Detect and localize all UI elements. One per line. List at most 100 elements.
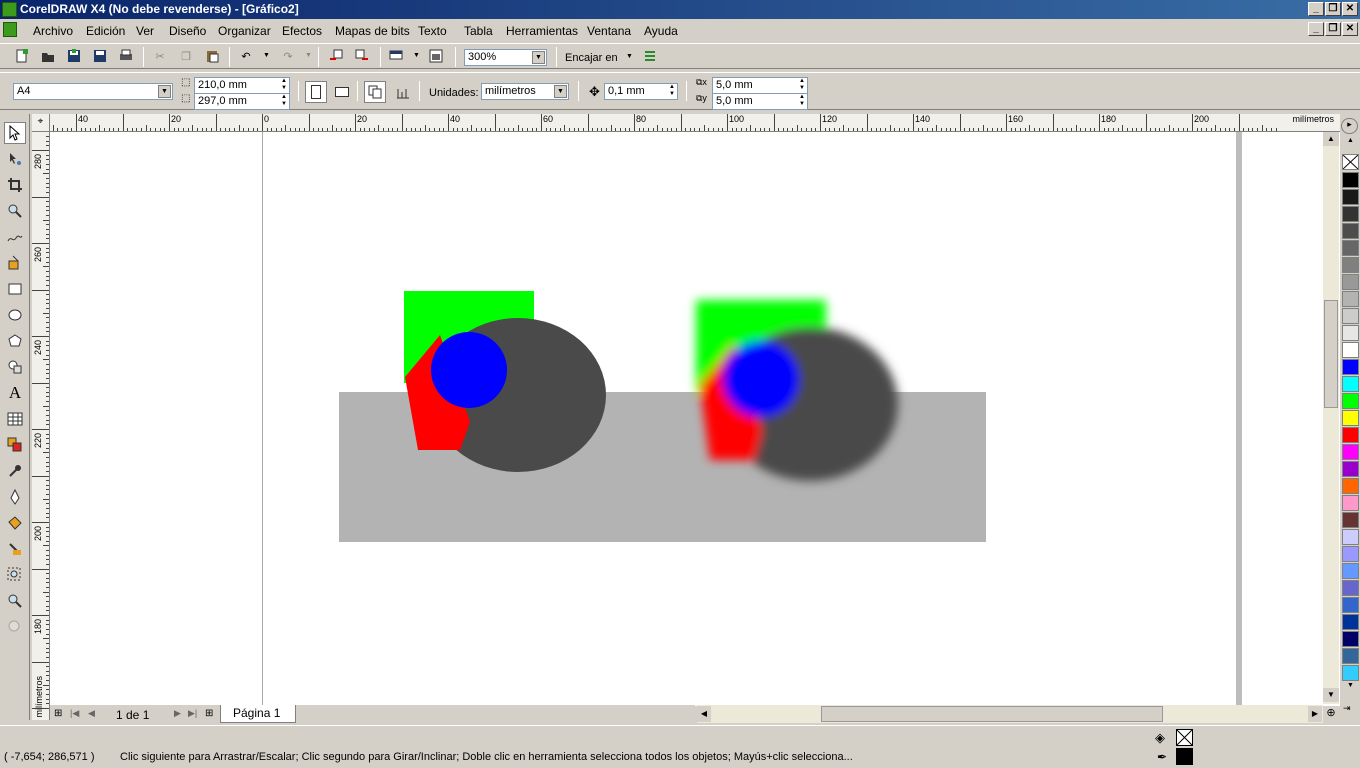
palette-scroll-down-icon[interactable]: ▼ <box>1343 682 1358 692</box>
interactive-blend-tool-icon[interactable] <box>4 434 26 456</box>
color-swatch[interactable] <box>1342 529 1359 545</box>
fill-tool-icon[interactable] <box>4 512 26 534</box>
color-swatch[interactable] <box>1342 648 1359 664</box>
spin-down-icon[interactable]: ▼ <box>798 85 806 92</box>
eyedropper-tool-icon[interactable] <box>4 460 26 482</box>
landscape-button[interactable] <box>333 83 351 101</box>
menu-ventana[interactable]: Ventana <box>587 24 631 38</box>
current-page-button[interactable] <box>394 83 412 101</box>
chevron-down-icon[interactable]: ▼ <box>532 51 545 64</box>
color-swatch[interactable] <box>1342 308 1359 324</box>
spin-down-icon[interactable]: ▼ <box>668 91 676 98</box>
color-swatch[interactable] <box>1342 631 1359 647</box>
new-icon[interactable] <box>13 47 31 65</box>
minimize-button[interactable]: _ <box>1308 2 1324 16</box>
doc-restore-button[interactable]: ❐ <box>1325 22 1341 36</box>
ellipse-tool-icon[interactable] <box>4 304 26 326</box>
all-pages-button[interactable] <box>364 81 386 103</box>
pick-tool-icon[interactable] <box>4 122 26 144</box>
color-swatch[interactable] <box>1342 359 1359 375</box>
menu-ayuda[interactable]: Ayuda <box>644 24 678 38</box>
undo-dropdown-icon[interactable]: ▼ <box>263 52 270 59</box>
duplicate-y-field[interactable]: 5,0 mm ▲ ▼ <box>712 93 808 110</box>
horizontal-scroll-thumb[interactable] <box>821 706 1163 722</box>
smart-fill-tool-icon[interactable] <box>4 252 26 274</box>
interactive-fill-tool-icon[interactable] <box>4 538 26 560</box>
scroll-left-icon[interactable]: ◀ <box>697 706 711 722</box>
spin-up-icon[interactable]: ▲ <box>280 78 288 85</box>
restore-button[interactable]: ❐ <box>1325 2 1341 16</box>
menu-diseno[interactable]: Diseño <box>169 24 206 38</box>
nudge-distance-field[interactable]: 0,1 mm ▲ ▼ <box>604 83 678 100</box>
menu-herramientas[interactable]: Herramientas <box>506 24 578 38</box>
color-swatch[interactable] <box>1342 410 1359 426</box>
basic-shapes-tool-icon[interactable] <box>4 356 26 378</box>
horizontal-ruler[interactable]: milímetros 40 20 0 20 40 60 80 100 120 140 160 180 2… <box>50 114 1340 132</box>
coreldraw-app-icon[interactable] <box>2 2 17 17</box>
color-swatch[interactable] <box>1342 461 1359 477</box>
color-swatch[interactable] <box>1342 665 1359 681</box>
color-swatch[interactable] <box>1342 240 1359 256</box>
horizontal-scrollbar[interactable]: ◀ ▶ <box>697 705 1323 723</box>
page-width-field[interactable]: 210,0 mm ▲ ▼ <box>194 77 290 94</box>
insert-page-before-icon[interactable]: ⊞ <box>54 708 62 719</box>
color-swatch[interactable] <box>1342 512 1359 528</box>
palette-scroll-up-icon[interactable]: ▲ <box>1343 137 1358 147</box>
options-icon[interactable] <box>641 47 659 65</box>
chevron-down-icon[interactable]: ▼ <box>158 85 171 98</box>
color-swatch[interactable] <box>1342 274 1359 290</box>
menu-edicion[interactable]: Edición <box>86 24 125 38</box>
spin-up-icon[interactable]: ▲ <box>280 94 288 101</box>
color-swatch[interactable] <box>1342 342 1359 358</box>
launcher-dropdown-icon[interactable]: ▼ <box>413 52 420 59</box>
color-swatch[interactable] <box>1342 444 1359 460</box>
scroll-up-icon[interactable]: ▲ <box>1323 132 1339 146</box>
undo-icon[interactable]: ↶ <box>237 47 255 65</box>
cut-icon[interactable]: ✂ <box>151 47 169 65</box>
menu-texto[interactable]: Texto <box>418 24 447 38</box>
page-height-field[interactable]: 297,0 mm ▲ ▼ <box>194 93 290 110</box>
print-icon[interactable] <box>117 47 135 65</box>
next-page-icon[interactable]: ▶ <box>174 708 181 719</box>
first-page-icon[interactable]: |◀ <box>70 708 79 719</box>
rectangle-tool-icon[interactable] <box>4 278 26 300</box>
application-launcher-icon[interactable] <box>387 47 405 65</box>
previous-page-icon[interactable]: ◀ <box>88 708 95 719</box>
zoom-level-select[interactable]: 300% ▼ <box>464 49 547 66</box>
vertical-scrollbar[interactable]: ▲ ▼ <box>1323 132 1339 704</box>
no-fill-swatch[interactable] <box>1342 154 1359 170</box>
scroll-down-icon[interactable]: ▼ <box>1323 688 1339 702</box>
doc-close-button[interactable]: ✕ <box>1342 22 1358 36</box>
color-swatch[interactable] <box>1342 325 1359 341</box>
spin-down-icon[interactable]: ▼ <box>798 101 806 108</box>
color-swatch[interactable] <box>1342 291 1359 307</box>
doc-minimize-button[interactable]: _ <box>1308 22 1324 36</box>
snap-dropdown-icon[interactable]: ▼ <box>626 53 633 60</box>
vertical-scroll-thumb[interactable] <box>1324 300 1338 408</box>
color-swatch[interactable] <box>1342 427 1359 443</box>
zoom-tool-icon[interactable] <box>4 200 26 222</box>
menu-tabla[interactable]: Tabla <box>464 24 493 38</box>
spin-down-icon[interactable]: ▼ <box>280 101 288 108</box>
color-swatch[interactable] <box>1342 172 1359 188</box>
duplicate-x-field[interactable]: 5,0 mm ▲ ▼ <box>712 77 808 94</box>
freehand-tool-icon[interactable] <box>4 226 26 248</box>
color-swatch[interactable] <box>1342 376 1359 392</box>
menu-mapas-de-bits[interactable]: Mapas de bits <box>335 24 410 38</box>
zoom-selection-icon[interactable] <box>4 564 26 586</box>
spin-up-icon[interactable]: ▲ <box>668 84 676 91</box>
chevron-down-icon[interactable]: ▼ <box>554 85 567 98</box>
crop-tool-icon[interactable] <box>4 174 26 196</box>
open-icon[interactable] <box>39 47 57 65</box>
polygon-tool-icon[interactable] <box>4 330 26 352</box>
import-icon[interactable] <box>65 47 83 65</box>
copy-icon[interactable]: ❐ <box>177 47 195 65</box>
scroll-right-icon[interactable]: ▶ <box>1308 706 1322 722</box>
color-swatch[interactable] <box>1342 223 1359 239</box>
redo-dropdown-icon[interactable]: ▼ <box>305 52 312 59</box>
export-file-icon[interactable] <box>353 47 371 65</box>
color-swatch[interactable] <box>1342 257 1359 273</box>
color-swatch[interactable] <box>1342 563 1359 579</box>
document-icon[interactable] <box>3 22 17 37</box>
ruler-origin-icon[interactable]: ⌖ <box>32 114 50 132</box>
